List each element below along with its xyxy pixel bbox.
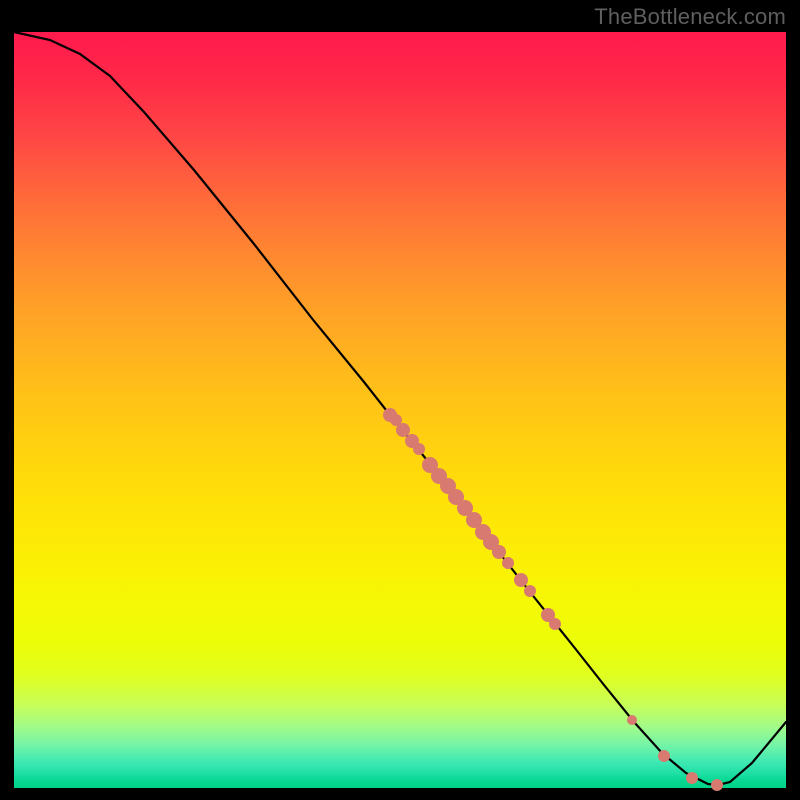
- data-point-dot: [627, 715, 637, 725]
- data-point-dot: [711, 779, 723, 791]
- data-point-dot: [524, 585, 536, 597]
- data-point-dot: [514, 573, 528, 587]
- data-point-dot: [686, 772, 698, 784]
- data-point-dot: [549, 618, 561, 630]
- bottleneck-curve: [14, 32, 786, 785]
- chart-plot-area: [14, 32, 786, 788]
- dot-layer: [383, 408, 723, 791]
- data-point-dot: [658, 750, 670, 762]
- data-point-dot: [413, 443, 425, 455]
- data-point-dot: [502, 557, 514, 569]
- attribution-text: TheBottleneck.com: [594, 4, 786, 30]
- chart-svg: [14, 32, 786, 788]
- data-point-dot: [396, 423, 410, 437]
- data-point-dot: [492, 545, 506, 559]
